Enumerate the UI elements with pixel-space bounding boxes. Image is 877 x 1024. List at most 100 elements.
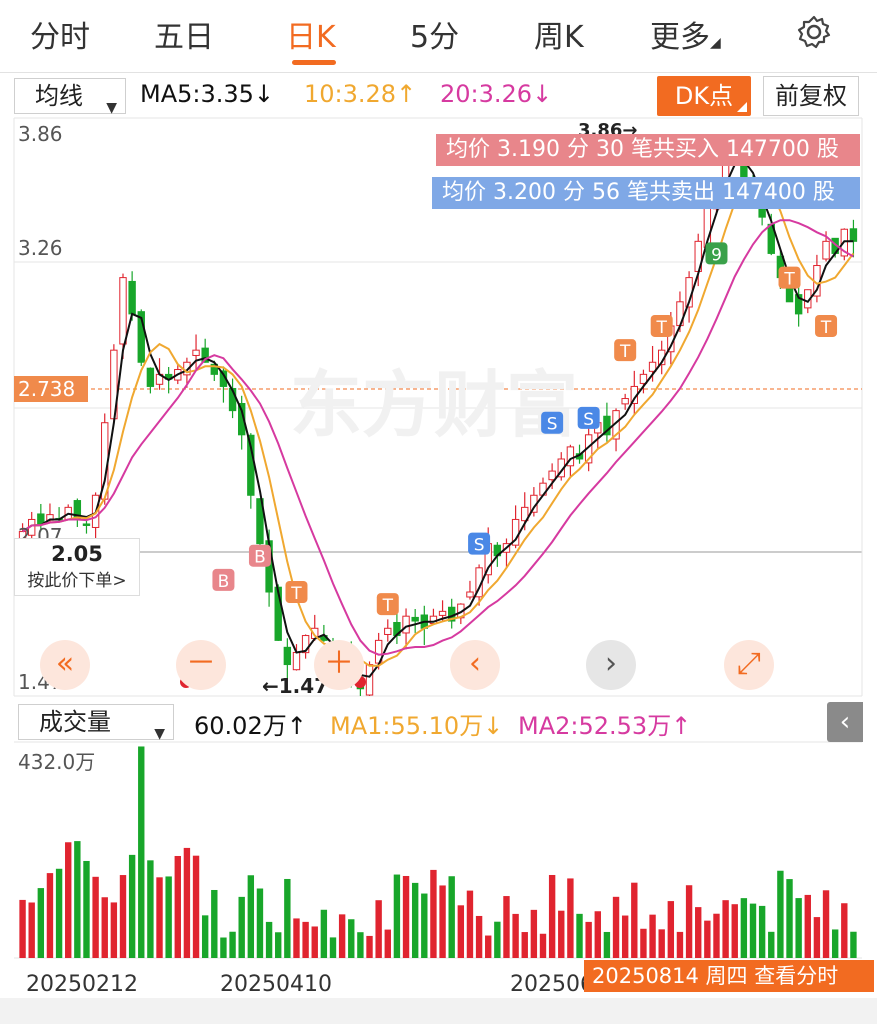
volume-bar (220, 937, 227, 958)
volume-bar (649, 914, 656, 958)
volume-bar (411, 882, 419, 958)
volume-bar (329, 937, 337, 958)
volume-bar (603, 931, 611, 958)
volume-ma1: MA1:55.10万↓ (330, 712, 504, 740)
date-label-2: 20250410 (220, 972, 332, 997)
volume-bar (530, 909, 538, 958)
volume-bar (302, 921, 309, 958)
signal-badge-label: B (218, 572, 230, 592)
candle-body (849, 228, 858, 242)
volume-bar (740, 898, 748, 958)
volume-bar (439, 885, 446, 958)
volume-bar (813, 917, 821, 958)
signal-badge-label: T (656, 318, 668, 338)
watermark: 东方财富 (290, 363, 578, 447)
volume-bar (265, 921, 273, 958)
signal-badge-label: T (382, 596, 394, 616)
volume-bar (768, 931, 775, 958)
volume-bar (101, 897, 108, 958)
volume-bar (731, 904, 738, 958)
volume-bar (247, 875, 255, 958)
volume-bar (831, 929, 839, 958)
volume-bar (621, 915, 629, 958)
signal-badge-label: B (254, 548, 266, 568)
collapse-panel-button[interactable]: ‹ (827, 702, 863, 742)
volume-bar (822, 890, 830, 958)
signal-badge-label: T (820, 318, 832, 338)
volume-bar (850, 931, 857, 958)
volume-bar (576, 913, 583, 958)
candle-body (119, 277, 127, 345)
volume-bar (421, 893, 428, 958)
signal-badge-label: T (783, 270, 795, 290)
fullscreen-button[interactable]: ⤢ (724, 640, 774, 690)
volume-bar (366, 935, 373, 958)
volume-bar (338, 914, 346, 958)
next-button[interactable]: › (586, 640, 636, 690)
volume-bar (37, 888, 45, 958)
rewind-button[interactable]: « (40, 640, 90, 690)
volume-bar (284, 878, 291, 958)
volume-bar (512, 913, 519, 958)
volume-bar (685, 885, 693, 958)
bottom-strip (0, 998, 877, 1024)
volume-bar (658, 929, 665, 958)
zoom-out-button[interactable]: － (176, 640, 226, 690)
volume-bar (320, 909, 328, 958)
candle-body (466, 591, 474, 598)
volume-bar (83, 860, 90, 958)
volume-bar (475, 915, 483, 958)
caret-down-icon: ▼ (154, 726, 165, 742)
candle-body (402, 615, 410, 634)
candle-body (822, 240, 830, 260)
view-intraday-badge[interactable]: 20250814 周四 查看分时 (584, 960, 874, 992)
candle-body (128, 280, 136, 315)
order-at-price-link: 按此价下单> (27, 571, 127, 591)
volume-bar (384, 929, 391, 958)
volume-bar (722, 900, 729, 958)
volume-bar (74, 841, 81, 958)
volume-bar (275, 932, 282, 958)
volume-bar (55, 868, 63, 958)
signal-badge-label: S (474, 536, 485, 556)
volume-bar (786, 879, 793, 958)
volume-bar (183, 847, 191, 958)
volume-legend-bar: 成交量 ▼ 60.02万↑ MA1:55.10万↓ MA2:52.53万↑ (0, 700, 877, 744)
volume-bar (749, 903, 757, 958)
volume-bar (28, 902, 35, 958)
volume-bar (19, 899, 26, 958)
volume-bar (211, 889, 218, 958)
candle-body (283, 646, 292, 666)
volume-bar (594, 911, 601, 958)
volume-bar (448, 876, 455, 958)
volume-bar (65, 842, 72, 958)
volume-axis-top: 432.0万 (18, 750, 96, 774)
volume-bar (238, 896, 245, 958)
volume-bar (612, 896, 620, 958)
order-at-price-box[interactable]: 2.05 按此价下单> (14, 538, 140, 596)
volume-bar (631, 882, 638, 958)
volume-bar (539, 933, 547, 958)
axis-top-label: 3.86 (18, 122, 63, 146)
prev-button[interactable]: ‹ (450, 640, 500, 690)
candle-body (192, 349, 200, 356)
volume-bar (841, 903, 848, 958)
volume-bar (521, 932, 528, 958)
volume-bar (713, 913, 720, 958)
axis-mid-label: 3.26 (18, 236, 63, 260)
volume-bar (128, 854, 136, 958)
volume-bar (676, 931, 684, 958)
volume-bar (229, 931, 236, 958)
signal-badge-label: T (619, 342, 631, 362)
volume-bar (503, 896, 510, 958)
zoom-in-button[interactable]: ＋ (314, 640, 364, 690)
volume-bar (192, 855, 200, 958)
volume-bar (430, 869, 437, 958)
date-label-1: 20250212 (26, 972, 138, 997)
volume-bar (804, 894, 811, 958)
volume-indicator-select[interactable]: 成交量 ▼ (18, 704, 174, 742)
volume-bar (494, 921, 501, 958)
volume-bar (585, 921, 592, 958)
volume-bar (777, 870, 784, 958)
signal-badge-label: 9 (711, 245, 722, 265)
